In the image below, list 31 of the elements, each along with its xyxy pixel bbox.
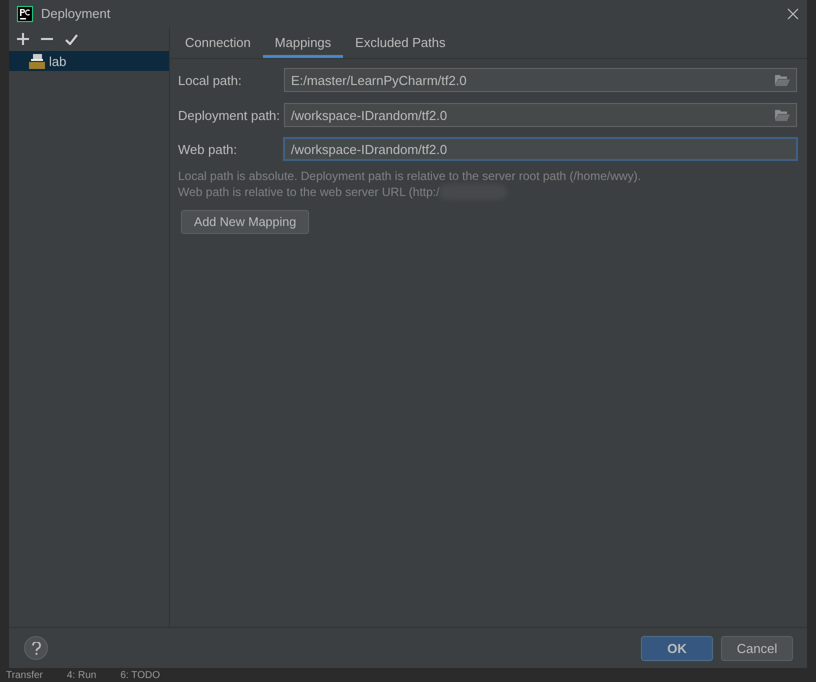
window-title: Deployment xyxy=(41,6,112,21)
check-icon xyxy=(65,34,78,44)
tab[interactable]: Connection xyxy=(173,27,263,58)
folder-icon[interactable] xyxy=(775,74,790,86)
field-label: Local path: xyxy=(178,72,243,88)
tool-window-tab[interactable]: 4: Run xyxy=(66,670,96,680)
server-name: lab xyxy=(49,54,66,68)
cancel-button[interactable]: Cancel xyxy=(721,636,793,660)
server-item[interactable]: lab xyxy=(9,51,169,71)
tool-window-tab[interactable]: Transfer xyxy=(6,670,43,680)
path-field[interactable]: /workspace-IDrandom/tf2.0 xyxy=(284,103,797,127)
folder-icon[interactable] xyxy=(775,109,790,121)
add-button[interactable] xyxy=(15,31,31,47)
tab[interactable]: Excluded Paths xyxy=(343,27,458,58)
help-icon xyxy=(32,642,40,654)
check-button[interactable] xyxy=(63,32,80,46)
hint-text: Web path is relative to the web server URL (http:/ xyxy=(178,185,440,199)
field-label: Web path: xyxy=(178,142,238,156)
ok-button[interactable]: OK xyxy=(641,636,713,660)
path-field[interactable]: /workspace-IDrandom/tf2.0 xyxy=(283,137,798,161)
add-mapping-button[interactable]: Add New Mapping xyxy=(181,210,310,234)
help-button[interactable] xyxy=(24,636,48,660)
close-icon[interactable] xyxy=(787,8,799,20)
sftp-server-icon xyxy=(29,53,45,69)
path-field[interactable]: E:/master/LearnPyCharm/tf2.0 xyxy=(284,68,797,92)
app-logo-icon xyxy=(17,6,33,22)
tab[interactable]: Mappings xyxy=(262,27,344,58)
tool-window-tab[interactable]: 6: TODO xyxy=(120,670,160,680)
hint-text: Local path is absolute. Deployment path is relative to the server root path (/home/wwy). xyxy=(178,169,642,183)
field-label: Deployment path: xyxy=(178,108,281,122)
add-icon xyxy=(17,33,29,45)
